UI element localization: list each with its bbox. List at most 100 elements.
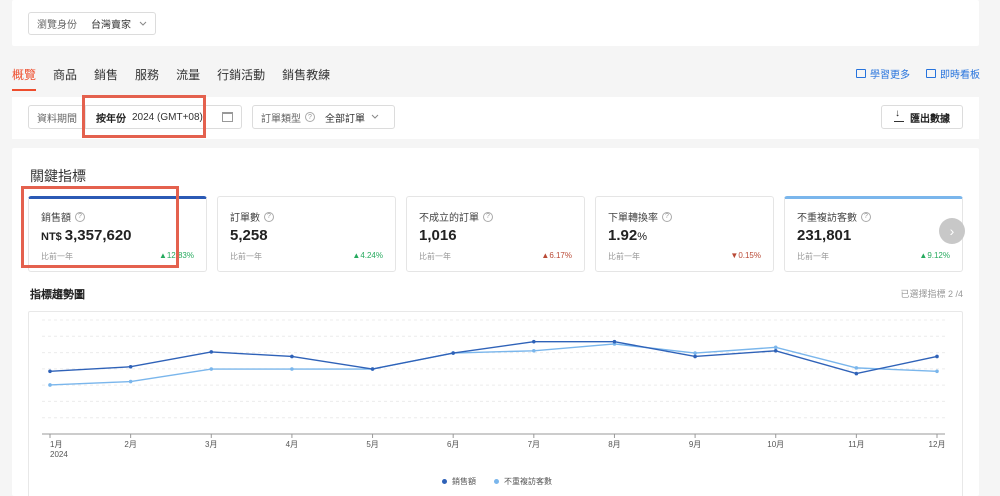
data-point <box>209 367 214 371</box>
metric-delta: ▲6.17% <box>541 251 572 260</box>
help-icon: ? <box>662 211 672 222</box>
legend-item[interactable]: 不重複訪客數 <box>494 476 552 487</box>
legend-item[interactable]: 銷售額 <box>442 476 476 487</box>
data-point <box>935 369 939 374</box>
legend-dot <box>442 479 447 484</box>
metric-title-wrap: 不成立的訂單? <box>419 209 493 224</box>
metric-delta: ▲9.12% <box>919 251 950 260</box>
learn-more-label: 學習更多 <box>870 70 910 81</box>
chevron-right-icon: › <box>949 223 955 239</box>
x-tick-label: 4月 <box>286 440 298 449</box>
data-point <box>128 364 133 369</box>
live-board-link[interactable]: 即時看板 <box>926 66 980 81</box>
trend-title: 指標趨勢圖 <box>30 289 85 301</box>
export-button[interactable]: 匯出數據 <box>881 105 963 129</box>
tab-sales[interactable]: 銷售 <box>94 62 118 88</box>
data-point <box>693 354 697 359</box>
learn-more-link[interactable]: 學習更多 <box>856 66 910 81</box>
header-links: 學習更多 即時看板 <box>856 66 980 81</box>
legend-dot <box>494 479 499 484</box>
data-point <box>612 339 617 344</box>
trend-chart: 1月 2月 3月 4月 5月 6月 7月 8月 9月 10月 11月 12月 2024 <box>28 311 963 496</box>
x-tick-label: 1月 <box>50 440 62 449</box>
metric-delta-value: 4.24% <box>360 251 383 260</box>
metric-value: 1.92 <box>608 227 638 244</box>
tab-products[interactable]: 商品 <box>53 62 77 88</box>
x-tick-label: 11月 <box>848 440 864 449</box>
next-cards-button[interactable]: › <box>939 218 965 244</box>
tab-service[interactable]: 服務 <box>135 62 159 88</box>
trend-selected-count: 已選擇指標 2 /4 <box>900 289 963 299</box>
metric-title: 訂單數 <box>230 213 260 224</box>
metric-delta-value: 0.15% <box>738 251 761 260</box>
tab-sales-coach[interactable]: 銷售教練 <box>282 62 330 88</box>
data-point <box>854 366 859 370</box>
x-tick-label: 9月 <box>689 440 701 449</box>
x-tick-label: 7月 <box>528 440 540 449</box>
data-point <box>290 354 294 359</box>
main-tabs: 概覽 商品 銷售 服務 流量 行銷活動 銷售教練 <box>12 62 347 91</box>
metric-title: 不成立的訂單 <box>419 213 479 224</box>
order-type-label: 訂單類型 <box>261 113 301 125</box>
book-icon <box>856 69 866 78</box>
metric-title-wrap: 訂單數? <box>230 209 274 224</box>
data-point <box>128 379 133 384</box>
legend-label: 銷售額 <box>452 477 476 486</box>
role-select[interactable]: 瀏覽身份 台灣賣家 <box>28 12 156 35</box>
metric-value-wrap: 1,016 <box>419 227 457 244</box>
metric-delta-value: 9.12% <box>927 251 950 260</box>
metric-card-orders[interactable]: 訂單數? 5,258 比前一年 ▲4.24% <box>217 196 396 272</box>
dashboard-icon <box>926 69 936 78</box>
x-tick-label: 10月 <box>767 440 784 449</box>
x-tick-label: 3月 <box>205 440 217 449</box>
data-point <box>532 339 536 344</box>
live-board-label: 即時看板 <box>940 70 980 81</box>
chevron-down-icon <box>371 114 379 119</box>
top-bar: 瀏覽身份 台灣賣家 <box>12 0 979 46</box>
x-tick-label: 8月 <box>608 440 620 449</box>
help-icon: ? <box>305 112 315 122</box>
data-point <box>48 369 52 374</box>
x-tick-label: 2月 <box>124 440 136 449</box>
chevron-down-icon <box>139 21 147 26</box>
tab-marketing[interactable]: 行銷活動 <box>217 62 265 88</box>
data-point <box>773 348 778 353</box>
annotation-highlight-sales <box>21 186 179 268</box>
metric-card-visitors[interactable]: 不重複訪客數? 231,801 比前一年 ▲9.12% <box>784 196 963 272</box>
export-label: 匯出數據 <box>910 113 950 125</box>
section-title: 關鍵指標 <box>30 168 86 184</box>
metric-compare: 比前一年 <box>608 252 640 261</box>
data-point <box>209 350 214 354</box>
metric-delta: ▲4.24% <box>352 251 383 260</box>
metric-compare: 比前一年 <box>797 252 829 261</box>
data-point <box>935 354 939 359</box>
metric-value-wrap: 231,801 <box>797 227 851 244</box>
metric-card-failed-orders[interactable]: 不成立的訂單? 1,016 比前一年 ▲6.17% <box>406 196 585 272</box>
data-point <box>290 367 294 371</box>
metric-value-wrap: 5,258 <box>230 227 268 244</box>
metric-delta-value: 6.17% <box>549 251 572 260</box>
trend-chart-svg: 1月 2月 3月 4月 5月 6月 7月 8月 9月 10月 11月 12月 2024 <box>42 319 945 459</box>
help-icon: ? <box>264 211 274 222</box>
metric-value: 5,258 <box>230 227 268 244</box>
metric-compare: 比前一年 <box>419 252 451 261</box>
tab-overview[interactable]: 概覽 <box>12 62 37 91</box>
data-point <box>854 371 859 376</box>
order-type-select[interactable]: 訂單類型 ? 全部訂單 <box>252 105 395 129</box>
download-icon <box>894 108 904 122</box>
help-icon: ? <box>483 211 493 222</box>
metric-delta: ▼0.15% <box>730 251 761 260</box>
tab-traffic[interactable]: 流量 <box>176 62 200 88</box>
metric-compare: 比前一年 <box>230 252 262 261</box>
period-label: 資料期間 <box>29 106 86 128</box>
annotation-highlight-period <box>82 95 206 138</box>
help-icon: ? <box>861 211 871 222</box>
role-label: 瀏覽身份 <box>37 20 77 31</box>
legend-label: 不重複訪客數 <box>504 477 552 486</box>
metric-value: 1,016 <box>419 227 457 244</box>
x-tick-label: 6月 <box>447 440 459 449</box>
metric-card-conversion[interactable]: 下單轉換率? 1.92% 比前一年 ▼0.15% <box>595 196 774 272</box>
metric-value-wrap: 1.92% <box>608 227 647 244</box>
data-point <box>370 367 375 371</box>
metric-value: 231,801 <box>797 227 852 244</box>
